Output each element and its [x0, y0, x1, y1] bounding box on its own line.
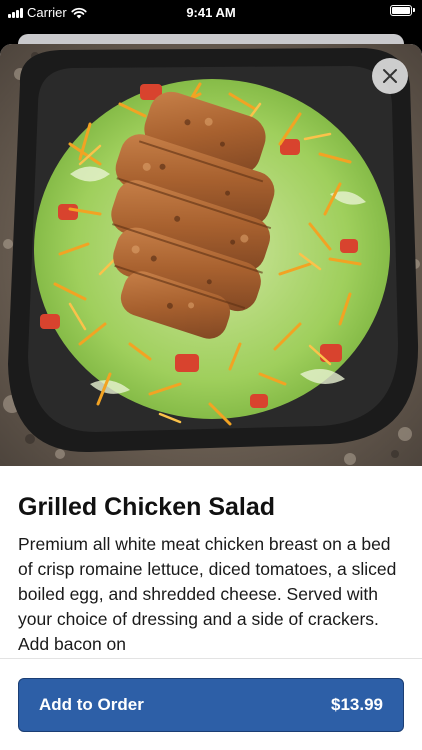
- status-time: 9:41 AM: [186, 5, 236, 20]
- item-detail-sheet: Grilled Chicken Salad Premium all white …: [0, 44, 422, 750]
- item-details: Grilled Chicken Salad Premium all white …: [18, 492, 404, 657]
- close-button[interactable]: [372, 58, 408, 94]
- item-price: $13.99: [331, 695, 383, 714]
- close-icon: [383, 69, 397, 83]
- battery-icon: [390, 5, 415, 16]
- add-to-order-label: Add to Order: [39, 695, 144, 714]
- add-to-order-button[interactable]: Add to Order $13.99: [18, 678, 404, 732]
- item-description: Premium all white meat chicken breast on…: [18, 534, 397, 654]
- status-bar: Carrier 9:41 AM: [0, 0, 422, 26]
- item-photo: [0, 44, 422, 466]
- screen: Carrier 9:41 AM Grilled Chicken Salad Pr…: [0, 0, 422, 750]
- salad-photo-icon: [0, 44, 422, 466]
- item-title: Grilled Chicken Salad: [18, 493, 276, 521]
- order-footer: Add to Order $13.99: [0, 659, 422, 750]
